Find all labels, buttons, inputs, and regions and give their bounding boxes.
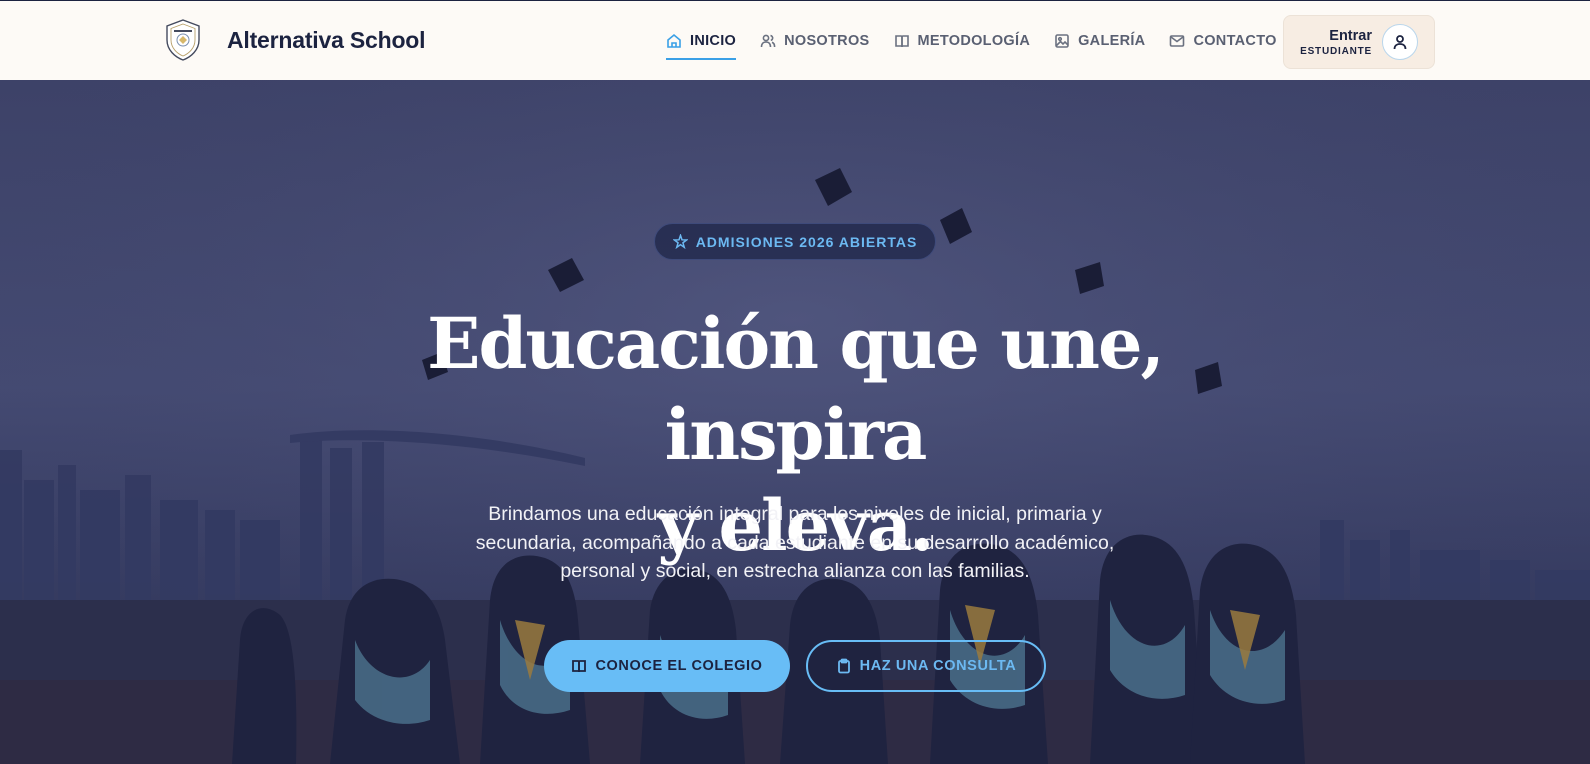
conoce-el-colegio-button[interactable]: CONOCE EL COLEGIO <box>544 640 790 692</box>
login-text: Entrar ESTUDIANTE <box>1300 28 1372 57</box>
site-header: Alternativa School INICIO NOSOTROS METOD… <box>0 0 1590 80</box>
brand-name[interactable]: Alternativa School <box>227 27 426 54</box>
nav-item-nosotros[interactable]: NOSOTROS <box>760 1 869 81</box>
nav-label: CONTACTO <box>1193 33 1277 49</box>
home-icon <box>667 33 681 48</box>
mail-icon <box>1170 35 1185 47</box>
hero-description: Brindamos una educación integral para lo… <box>475 503 1115 582</box>
login-sublabel: ESTUDIANTE <box>1300 45 1372 57</box>
nav-label: METODOLOGÍA <box>917 33 1031 49</box>
main-nav: INICIO NOSOTROS METODOLOGÍA GALERÍA CONT… <box>666 1 1301 81</box>
primary-button-label: CONOCE EL COLEGIO <box>595 658 763 674</box>
login-label: Entrar <box>1329 27 1372 44</box>
secondary-button-label: HAZ UNA CONSULTA <box>859 658 1017 674</box>
admissions-badge: ADMISIONES 2026 ABIERTAS <box>654 223 936 260</box>
student-login-button[interactable]: Entrar ESTUDIANTE <box>1283 15 1435 69</box>
nav-item-inicio[interactable]: INICIO <box>666 1 737 81</box>
nav-label: GALERÍA <box>1078 33 1146 49</box>
haz-una-consulta-button[interactable]: HAZ UNA CONSULTA <box>806 640 1046 692</box>
book-open-icon <box>572 660 587 673</box>
school-crest-icon[interactable] <box>158 15 208 65</box>
user-icon <box>1382 24 1418 60</box>
image-icon <box>1055 34 1069 48</box>
nav-label: INICIO <box>690 33 737 49</box>
book-open-icon <box>894 35 909 48</box>
badge-label: ADMISIONES 2026 ABIERTAS <box>695 233 918 250</box>
users-icon <box>760 34 776 48</box>
nav-item-contacto[interactable]: CONTACTO <box>1169 1 1276 81</box>
nav-item-metodologia[interactable]: METODOLOGÍA <box>894 1 1031 81</box>
hero-section: ADMISIONES 2026 ABIERTAS Educación que u… <box>0 80 1590 764</box>
nav-item-galeria[interactable]: GALERÍA <box>1054 1 1145 81</box>
nav-label: NOSOTROS <box>784 33 870 49</box>
clipboard-icon <box>837 658 850 674</box>
headline-line-1: Educación que une, inspira <box>427 302 1165 476</box>
sparkle-icon <box>672 234 688 249</box>
